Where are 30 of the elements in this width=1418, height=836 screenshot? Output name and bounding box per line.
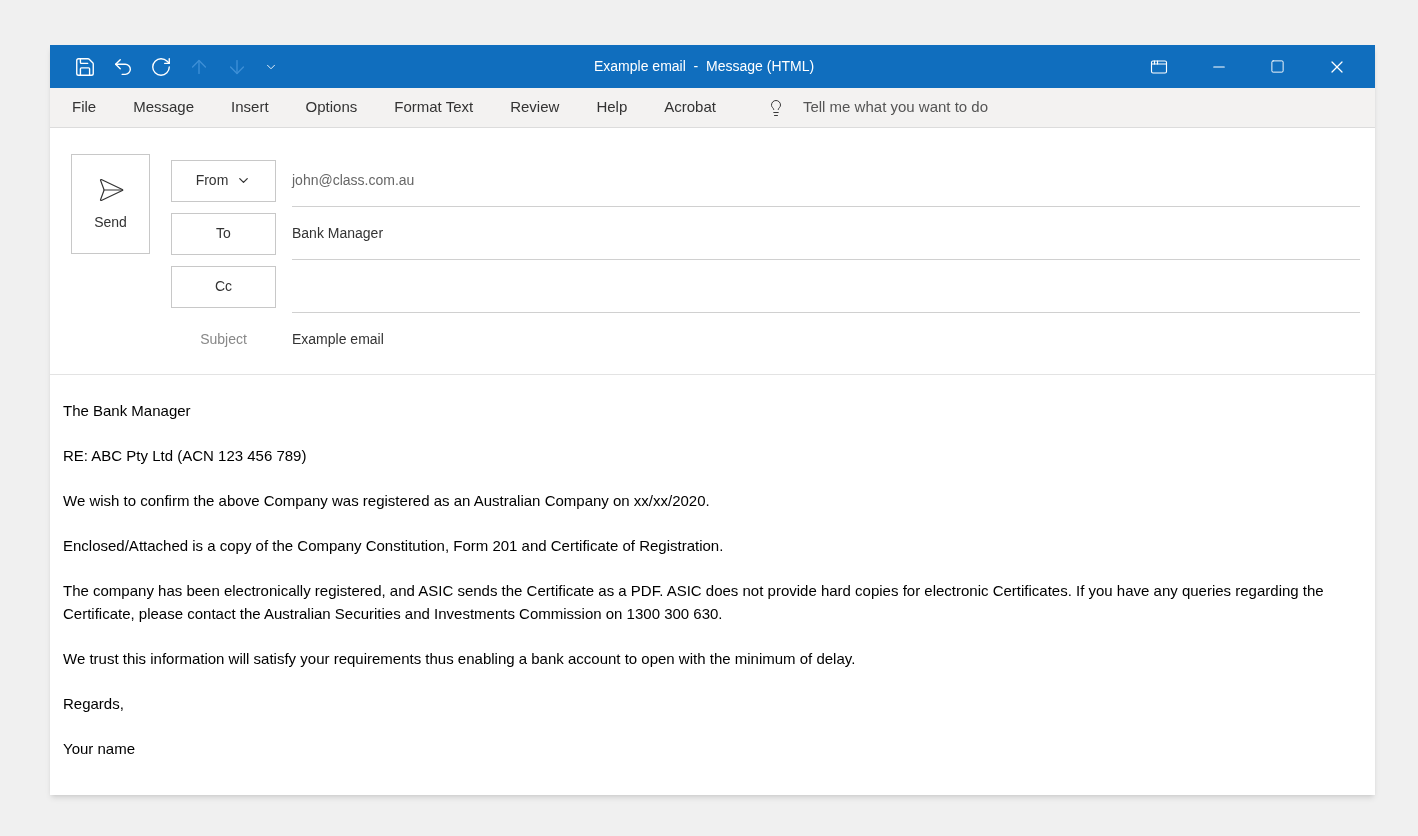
menu-tab[interactable]: Options [305, 96, 358, 119]
redo-icon[interactable] [150, 55, 172, 78]
menu-tab[interactable]: Help [596, 96, 628, 119]
menu-tab[interactable]: Insert [231, 96, 269, 119]
window-title: Example email - Message (HTML) [594, 57, 815, 76]
body-paragraph: Regards, [63, 694, 125, 714]
menu-tab[interactable]: File [72, 96, 97, 119]
body-paragraph: Enclosed/Attached is a copy of the Company Constitution, Form 201 and Certificate of Registration. [63, 536, 725, 556]
send-button[interactable]: Send [71, 154, 150, 254]
menu-tab[interactable]: Review [510, 96, 560, 119]
body-paragraph: We trust this information will satisfy your requirements thus enabling a bank account to open with the minimum of delay. [63, 649, 857, 669]
subject-label: Subject [199, 330, 248, 349]
maximize-icon[interactable] [1270, 59, 1285, 74]
recipient-button[interactable]: To [171, 212, 276, 255]
recipient-button[interactable]: Cc [171, 265, 276, 308]
field-value[interactable]: Bank Manager [292, 222, 384, 244]
menu-tab[interactable]: Acrobat [664, 96, 716, 119]
menu-tab[interactable]: Format Text [394, 96, 474, 119]
field-value[interactable]: Example email [292, 329, 384, 350]
body-paragraph: RE: ABC Pty Ltd (ACN 123 456 789) [63, 446, 308, 466]
body-paragraph: The Bank Manager [63, 401, 192, 421]
ribbon-display-icon[interactable] [1150, 57, 1168, 76]
from-dropdown[interactable]: From [171, 159, 276, 202]
body-paragraph: We wish to confirm the above Company was registered as an Australian Company on xx/xx/2020. [63, 491, 711, 511]
menu-tab[interactable]: Message [133, 96, 195, 119]
tell-me-field[interactable]: Tell me what you want to do [802, 96, 1103, 119]
field-value[interactable]: john@class.com.au [292, 169, 415, 191]
body-paragraph: The company has been electronically registered, and ASIC sends the Certificate as a PDF. ASIC does not provide hard copies for electronic Certificates. If you have any queries regarding the Certificate, please contact the Australian Securities and Investments Commission on 1300 300 630. [63, 581, 1325, 624]
body-paragraph: Your name [63, 739, 136, 759]
save-icon[interactable] [74, 55, 96, 78]
